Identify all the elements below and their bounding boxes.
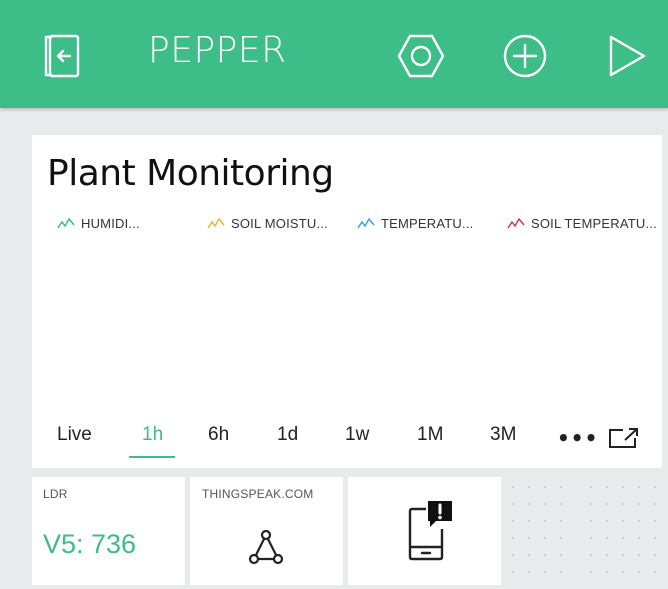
grid-dot (637, 519, 641, 523)
legend-item-soil-temperature[interactable]: SOIL TEMPERATU... (507, 213, 657, 233)
legend-item-humidity[interactable]: HUMIDI... (57, 213, 140, 233)
webhook-icon (248, 529, 284, 565)
grid-dot (621, 536, 625, 540)
grid-dot (653, 519, 657, 523)
grid-dot (559, 536, 563, 540)
active-range-indicator (129, 456, 175, 458)
grid-dot (637, 536, 641, 540)
app-header: PEPPER (0, 0, 668, 108)
grid-dot (543, 553, 547, 557)
settings-hexagon-icon[interactable] (396, 33, 446, 79)
more-ranges-button[interactable]: ••• (557, 426, 598, 450)
grid-dot (589, 502, 593, 506)
grid-dot (605, 485, 609, 489)
grid-dot (653, 485, 657, 489)
range-3m[interactable]: 3M (490, 424, 516, 446)
grid-dot (589, 519, 593, 523)
chart-legend: HUMIDI... SOIL MOISTU... TEMPERATU... SO… (57, 213, 657, 233)
grid-dot (605, 570, 609, 574)
notification-widget[interactable] (348, 477, 501, 585)
chart-title: Plant Monitoring (47, 153, 334, 194)
play-icon[interactable] (606, 33, 648, 79)
grid-dot (543, 485, 547, 489)
line-chart-icon (57, 217, 75, 229)
empty-grid-cell[interactable] (584, 477, 662, 585)
grid-dot (605, 519, 609, 523)
widget-label: LDR (43, 487, 68, 501)
grid-dot (653, 570, 657, 574)
grid-dots (511, 485, 563, 574)
time-range-selector: Live 1h 6h 1d 1w 1M 3M ••• (32, 424, 662, 464)
range-1h[interactable]: 1h (142, 424, 163, 446)
grid-dot (527, 519, 531, 523)
widget-label: THINGSPEAK.COM (202, 487, 314, 501)
legend-label: SOIL TEMPERATU... (531, 215, 657, 231)
grid-dot (637, 502, 641, 506)
grid-dot (527, 570, 531, 574)
grid-dot (559, 570, 563, 574)
legend-item-temperature[interactable]: TEMPERATU... (357, 213, 473, 233)
grid-dot (527, 485, 531, 489)
grid-dot (589, 553, 593, 557)
grid-dot (511, 536, 515, 540)
expand-icon[interactable] (607, 426, 641, 450)
grid-dot (589, 485, 593, 489)
grid-dot (559, 485, 563, 489)
grid-dot (589, 570, 593, 574)
grid-dot (605, 502, 609, 506)
grid-dot (605, 553, 609, 557)
grid-dot (559, 553, 563, 557)
grid-dot (543, 502, 547, 506)
grid-dot (621, 502, 625, 506)
chart-plot-area[interactable] (47, 245, 647, 415)
thingspeak-webhook-widget[interactable]: THINGSPEAK.COM (190, 477, 343, 585)
grid-dot (605, 536, 609, 540)
legend-label: SOIL MOISTU... (231, 215, 328, 231)
grid-dot (543, 570, 547, 574)
grid-dot (511, 570, 515, 574)
grid-dot (637, 485, 641, 489)
phone-notification-icon (408, 501, 452, 561)
grid-dot (589, 536, 593, 540)
grid-dot (621, 519, 625, 523)
range-live[interactable]: Live (57, 424, 92, 446)
range-6h[interactable]: 6h (208, 424, 229, 446)
widget-value: V5: 736 (43, 529, 137, 559)
grid-dot (511, 485, 515, 489)
grid-dot (543, 536, 547, 540)
range-1w[interactable]: 1w (345, 424, 369, 446)
legend-label: TEMPERATU... (381, 215, 474, 231)
grid-dots (589, 485, 657, 574)
superchart-widget[interactable]: Plant Monitoring HUMIDI... SOIL MOISTU..… (32, 135, 662, 468)
grid-dot (511, 502, 515, 506)
grid-dot (653, 536, 657, 540)
grid-dot (637, 570, 641, 574)
grid-dot (559, 519, 563, 523)
grid-dot (621, 553, 625, 557)
empty-grid-cell[interactable] (506, 477, 580, 585)
grid-dot (527, 553, 531, 557)
grid-dot (637, 553, 641, 557)
grid-dot (559, 502, 563, 506)
range-1d[interactable]: 1d (277, 424, 298, 446)
add-icon[interactable] (502, 33, 548, 79)
line-chart-icon (207, 217, 225, 229)
line-chart-icon (507, 217, 525, 229)
grid-dot (543, 519, 547, 523)
legend-label: HUMIDI... (81, 215, 140, 231)
range-1m[interactable]: 1M (417, 424, 443, 446)
ldr-value-display[interactable]: LDR V5: 736 (32, 477, 185, 585)
grid-dot (527, 502, 531, 506)
legend-item-soil-moisture[interactable]: SOIL MOISTU... (207, 213, 328, 233)
line-chart-icon (357, 217, 375, 229)
grid-dot (621, 485, 625, 489)
grid-dot (527, 536, 531, 540)
grid-dot (653, 553, 657, 557)
grid-dot (653, 502, 657, 506)
grid-dot (621, 570, 625, 574)
grid-dot (511, 553, 515, 557)
exit-icon[interactable] (38, 33, 86, 79)
project-title: PEPPER (148, 30, 287, 71)
grid-dot (511, 519, 515, 523)
